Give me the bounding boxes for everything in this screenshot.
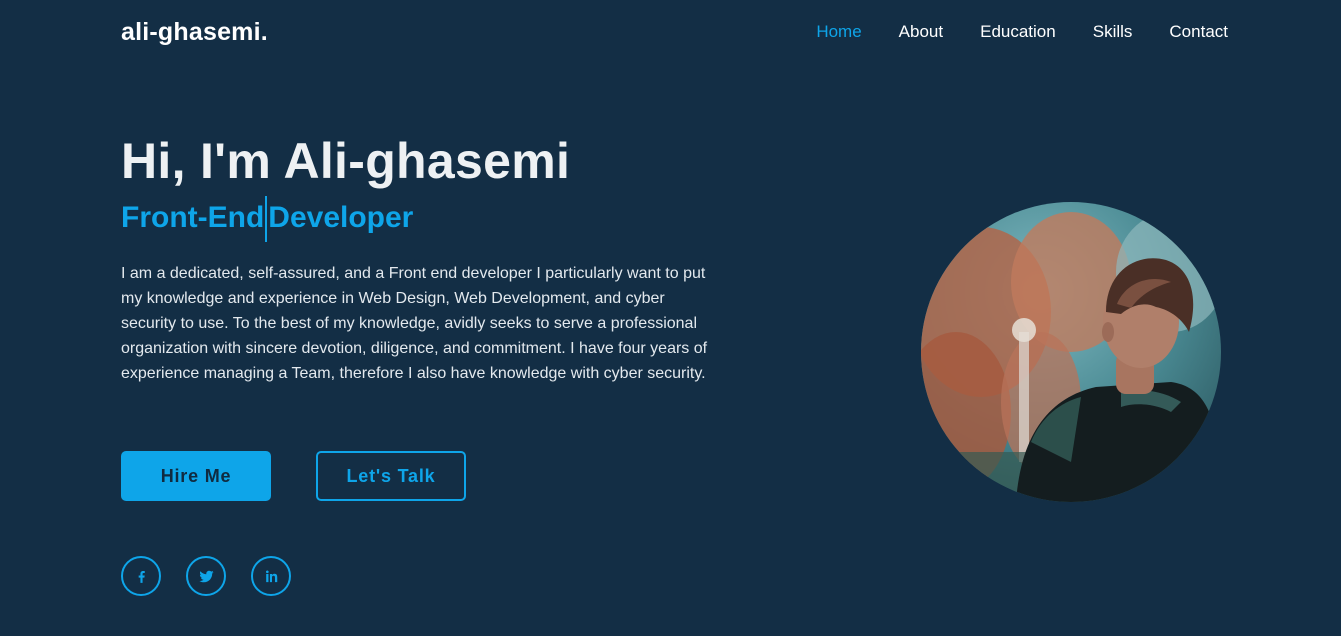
portfolio-page: ali-ghasemi. Home About Education Skills… [0,0,1341,636]
nav-home[interactable]: Home [816,20,861,44]
hero-description: I am a dedicated, self-assured, and a Fr… [121,265,708,382]
linkedin-icon [265,569,277,582]
hero-role-part2: Developer [268,200,414,234]
twitter-icon [198,570,214,582]
site-logo[interactable]: ali-ghasemi. [121,15,268,49]
facebook-link[interactable] [121,556,161,596]
main-nav: Home About Education Skills Contact [816,20,1228,44]
nav-education[interactable]: Education [980,20,1056,44]
nav-skills[interactable]: Skills [1093,20,1133,44]
typing-caret [265,196,268,242]
lets-talk-button[interactable]: Let's Talk [316,451,466,501]
hero-greeting: Hi, I'm Ali-ghasemi [121,133,571,189]
hero-role: Front-End Developer [121,196,413,242]
profile-photo [921,202,1221,502]
profile-photo-image [921,202,1221,502]
nav-about[interactable]: About [899,20,943,44]
linkedin-link[interactable] [251,556,291,596]
twitter-link[interactable] [186,556,226,596]
hire-me-button[interactable]: Hire Me [121,451,271,501]
hero-role-part1: Front-End [121,200,265,234]
facebook-icon [138,570,145,583]
nav-contact[interactable]: Contact [1169,20,1228,44]
